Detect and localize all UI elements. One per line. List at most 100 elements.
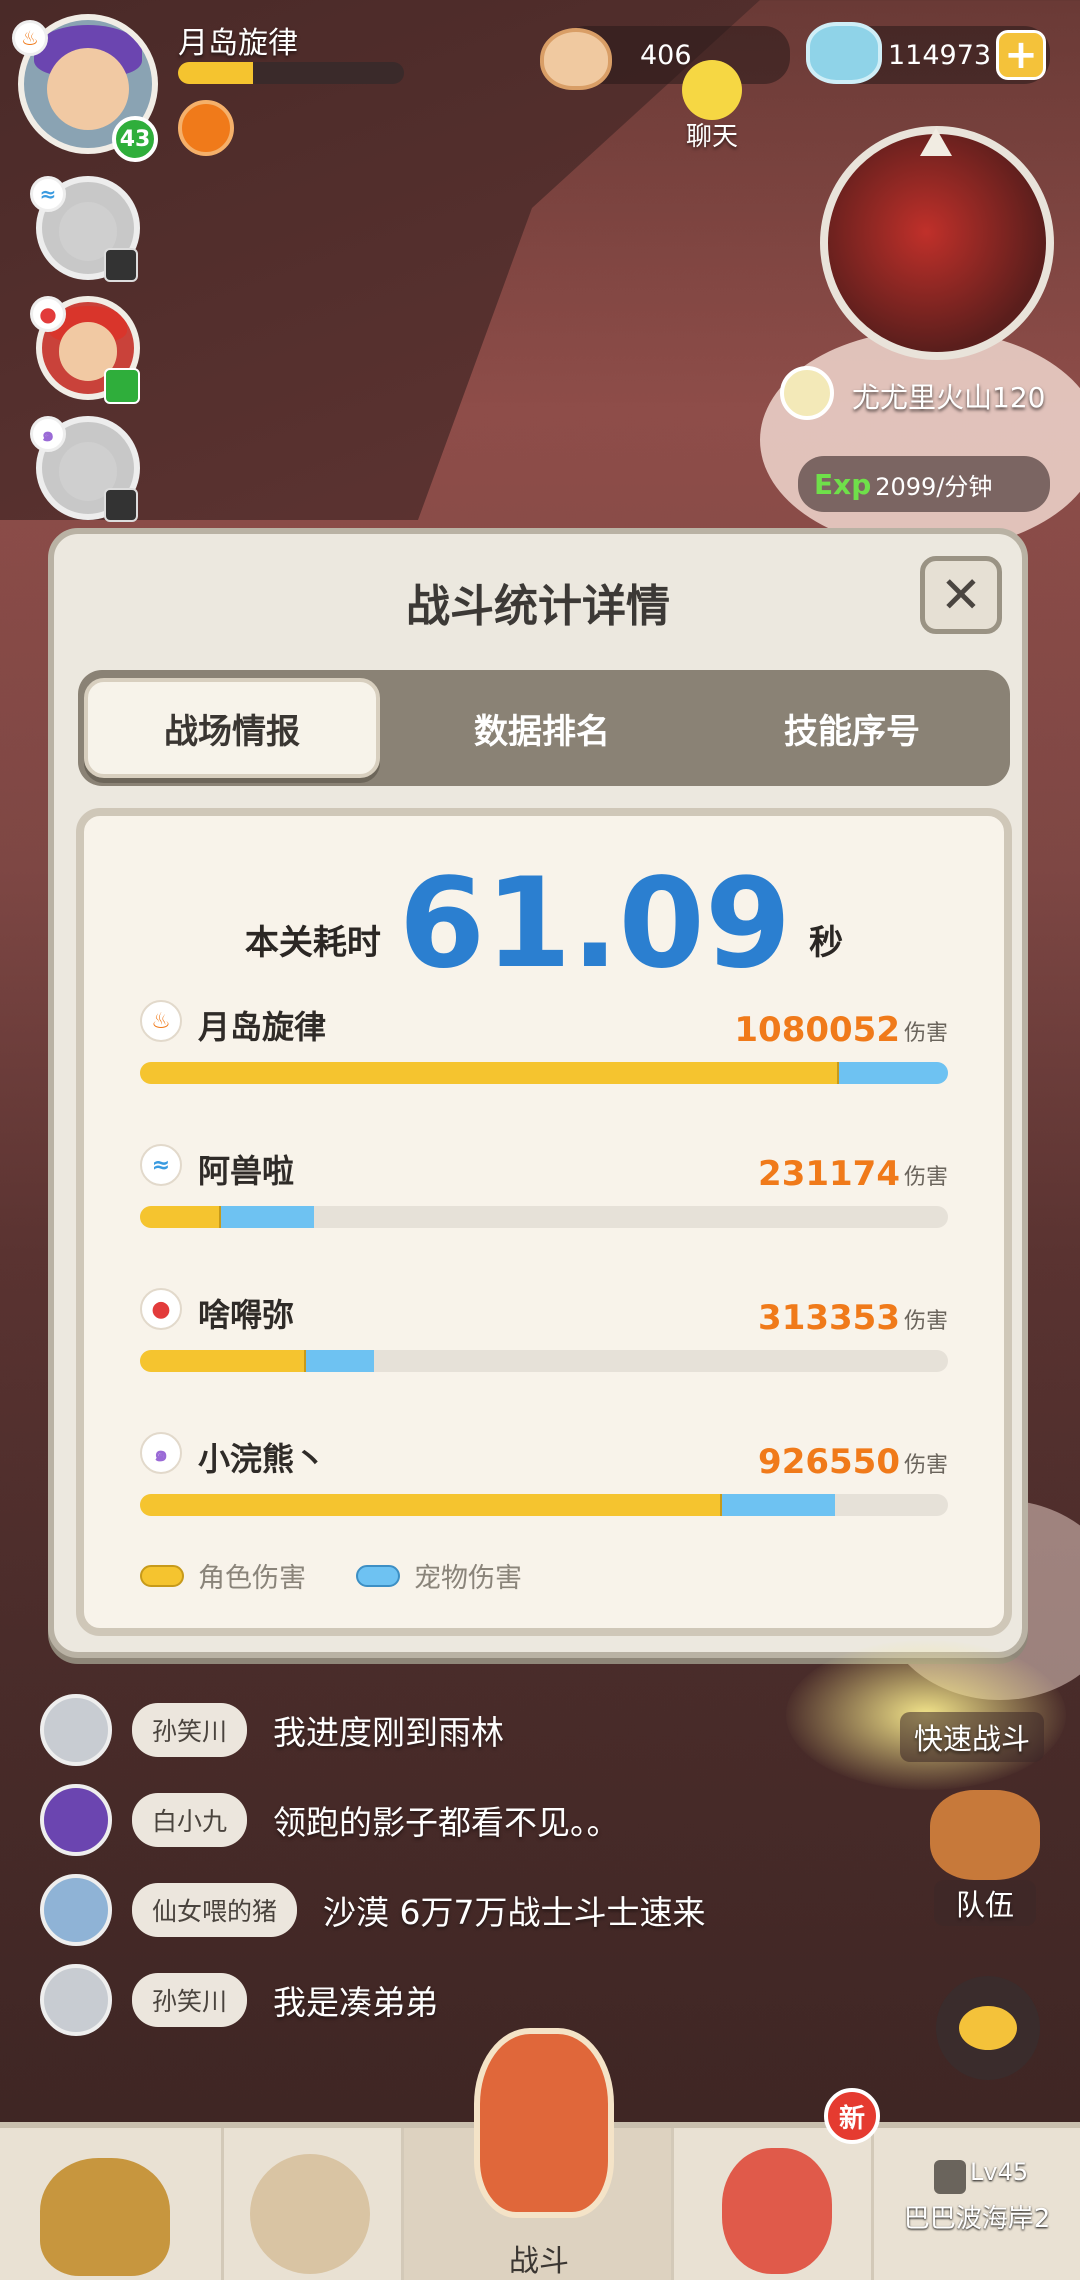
character-damage-segment [140, 1206, 221, 1228]
pet-damage-segment [305, 1350, 375, 1372]
tab-skill-order[interactable]: 技能序号 [704, 678, 1000, 778]
tab-data-ranking[interactable]: 数据排名 [394, 678, 690, 778]
chat-text: 沙漠 6万7万战士斗士速来 [323, 1893, 706, 1932]
quick-battle-button[interactable]: 快速战斗 [900, 1712, 1045, 1762]
background-cloud [760, 330, 1080, 550]
character-damage-swatch [140, 1564, 184, 1587]
fire-icon: ♨ [140, 1000, 182, 1042]
character-damage-legend: 角色伤害 [198, 1563, 306, 1594]
nav-character[interactable] [0, 2128, 224, 2280]
tab-battle-info[interactable]: 战场情报 [84, 678, 380, 778]
chat-text: 我是凑弟弟 [273, 1983, 439, 2022]
time-value: 61.09 [398, 852, 792, 996]
new-badge: 新 [824, 2088, 880, 2144]
area-name: 巴巴波海岸2 [903, 2204, 1051, 2234]
time-label: 本关耗时 [244, 923, 381, 963]
avatar [40, 1874, 112, 1946]
shell-icon [540, 28, 612, 90]
bottom-nav: 战斗 新 Lv45 巴巴波海岸2 [0, 2028, 1080, 2280]
water-icon: ≈ [140, 1144, 182, 1186]
quick-battle-label: 快速战斗 [900, 1712, 1045, 1762]
flame-icon: ● [140, 1288, 182, 1330]
damage-value: 926550 [758, 1442, 900, 1482]
avatar [40, 1784, 112, 1856]
pet-damage-segment [721, 1494, 835, 1516]
flame-icon: ● [30, 296, 66, 332]
psychic-icon: ๑ [30, 416, 66, 452]
character-damage-segment [140, 1350, 306, 1372]
damage-bar [140, 1206, 948, 1228]
caveman-icon [40, 2158, 170, 2276]
member-name: 月岛旋律 [198, 1008, 327, 1046]
chat-text: 领跑的影子都看不见。。 [273, 1803, 620, 1842]
close-button[interactable]: ✕ [920, 556, 1002, 634]
chat-message[interactable]: 仙女喂的猪 沙漠 6万7万战士斗士速来 [40, 1870, 706, 1950]
chat-label: 聊天 [685, 122, 738, 152]
player-name: 月岛旋律 [178, 26, 298, 61]
offline-status-icon [104, 488, 138, 522]
dialog-title: 战斗统计详情 [406, 581, 670, 632]
buff-icon[interactable] [178, 100, 234, 156]
avatar [40, 1694, 112, 1766]
nav-battle[interactable]: 战斗 [404, 2028, 674, 2280]
chat-message[interactable]: 白小九 领跑的影子都看不见。。 [40, 1780, 620, 1860]
online-status-icon [104, 368, 140, 404]
damage-value: 231174 [758, 1154, 900, 1194]
smile-icon [682, 60, 742, 120]
lock-icon [934, 2160, 966, 2194]
damage-value: 1080052 [734, 1010, 900, 1050]
gem-icon [806, 22, 882, 84]
team-icon [930, 1790, 1040, 1880]
damage-bar [140, 1062, 948, 1084]
damage-unit: 伤害 [903, 1309, 948, 1334]
chat-message[interactable]: 孙笑川 我是凑弟弟 [40, 1960, 438, 2040]
damage-bar [140, 1494, 948, 1516]
stage-time: 本关耗时 61.09 秒 [84, 862, 1004, 986]
chat-sender: 仙女喂的猪 [132, 1883, 298, 1937]
nav-pets[interactable] [224, 2128, 404, 2280]
close-icon: ✕ [940, 566, 982, 624]
water-icon: ≈ [30, 176, 66, 212]
player-exp-bar [178, 62, 404, 84]
exp-rate-pill: Exp 2099/分钟 [798, 456, 1050, 512]
exp-label: Exp [814, 467, 872, 501]
chat-bubble-button[interactable]: 聊天 [664, 60, 760, 156]
pet-damage-legend: 宠物伤害 [414, 1563, 522, 1594]
team-label: 队伍 [933, 1880, 1036, 1926]
damage-unit: 伤害 [903, 1453, 948, 1478]
exp-rate: 2099/分钟 [875, 472, 993, 501]
add-gem-button[interactable]: + [996, 30, 1046, 80]
damage-value: 313353 [758, 1298, 900, 1338]
gem-count: 114973 [888, 39, 992, 71]
nav-shop[interactable]: 新 [674, 2088, 880, 2280]
damage-bar [140, 1350, 948, 1372]
offline-status-icon [104, 248, 138, 282]
character-damage-segment [140, 1494, 722, 1516]
character-damage-segment [140, 1062, 839, 1084]
chat-sender: 孙笑川 [132, 1973, 248, 2027]
team-button[interactable]: 队伍 [930, 1790, 1040, 1926]
member-row: ♨ 月岛旋律 1080052 伤害 [140, 1000, 948, 1110]
battle-info-content: 本关耗时 61.09 秒 ♨ 月岛旋律 1080052 伤害 ≈ 阿兽啦 2311… [76, 808, 1012, 1636]
pet-damage-segment [838, 1062, 948, 1084]
minimap[interactable] [820, 126, 1054, 360]
area-level: Lv45 [970, 2158, 1029, 2186]
battle-stats-dialog: 战斗统计详情 ✕ 战场情报 数据排名 技能序号 本关耗时 61.09 秒 ♨ 月… [48, 528, 1028, 1658]
member-row: ● 啥嘚弥 313353 伤害 [140, 1288, 948, 1398]
chat-sender: 白小九 [132, 1793, 248, 1847]
chat-sender: 孙笑川 [132, 1703, 248, 1757]
nav-area-locked[interactable]: Lv45 巴巴波海岸2 [874, 2128, 1080, 2280]
chat-open-button[interactable] [936, 1976, 1040, 2080]
chat-text: 我进度刚到雨林 [273, 1713, 505, 1752]
pet-damage-segment [220, 1206, 314, 1228]
pet-icon [250, 2154, 370, 2274]
avatar [40, 1964, 112, 2036]
map-warning-icon [920, 128, 952, 156]
member-name: 阿兽啦 [198, 1152, 295, 1190]
chat-message[interactable]: 孙笑川 我进度刚到雨林 [40, 1690, 504, 1770]
time-unit: 秒 [809, 923, 844, 963]
battle-mask-icon [474, 2028, 614, 2218]
location-name: 尤尤里火山120 [852, 381, 1046, 414]
member-name: 小浣熊丶 [198, 1440, 327, 1478]
pet-damage-swatch [356, 1564, 400, 1587]
